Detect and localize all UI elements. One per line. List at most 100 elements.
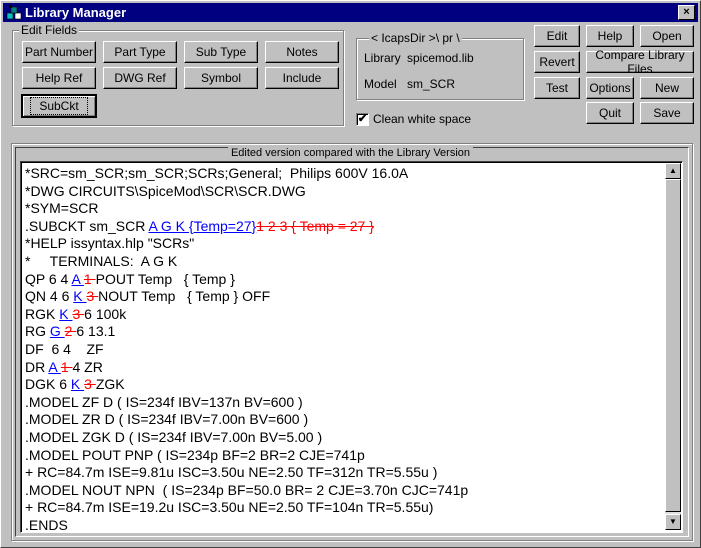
line-text: .MODEL POUT PNP ( IS=234p BF=2 BR=2 CJE=… [25, 446, 365, 463]
line-text: + RC=84.7m ISE=19.2u ISC=3.50u NE=2.50 T… [25, 499, 434, 516]
line-text: 6 13.1 [76, 323, 116, 340]
inserted-text: G [49, 323, 65, 340]
line-text: .ENDS [25, 516, 68, 533]
clean-white-space-label[interactable]: Clean white space [373, 112, 471, 126]
dwg-ref-button[interactable]: DWG Ref [103, 67, 177, 89]
text-line: QN 4 6 K 3 NOUT Temp { Temp } OFF [25, 288, 468, 306]
line-text: .MODEL ZR D ( IS=234f IBV=7.00n BV=600 ) [25, 411, 309, 428]
compare-legend: Edited version compared with the Library… [227, 147, 474, 159]
deleted-text: 1 [60, 358, 73, 375]
scroll-thumb[interactable] [665, 179, 681, 512]
text-line: .MODEL ZF D ( IS=234f IBV=137n BV=600 ) [25, 394, 468, 412]
new-button[interactable]: New [640, 77, 694, 99]
line-text: 4 ZR [72, 358, 103, 375]
line-text: * TERMINALS: A G K [25, 252, 178, 269]
line-text: 6 100k [84, 305, 127, 322]
text-line: *DWG CIRCUITS\SpiceMod\SCR\SCR.DWG [25, 183, 468, 201]
text-line: .MODEL NOUT NPN ( IS=234p BF=50.0 BR= 2 … [25, 482, 468, 500]
line-text: .MODEL ZF D ( IS=234f IBV=137n BV=600 ) [25, 393, 303, 410]
line-text: QN 4 6 [25, 288, 74, 305]
line-text: QP 6 4 [25, 270, 72, 287]
vertical-scrollbar[interactable]: ▲ ▼ [665, 163, 681, 530]
library-path-legend: < IcapsDir >\ pr \ [369, 31, 462, 45]
line-text: + RC=84.7m ISE=9.81u ISC=3.50u NE=2.50 T… [25, 464, 438, 481]
check-icon: ✔ [357, 113, 368, 125]
text-line: DR A 1 4 ZR [25, 359, 468, 377]
library-label: Library [364, 51, 401, 65]
clean-white-space-checkbox[interactable]: ✔ [356, 113, 369, 126]
text-line: .MODEL ZGK D ( IS=234f IBV=7.00n BV=5.00… [25, 429, 468, 447]
close-button[interactable]: × [678, 5, 695, 20]
app-icon [6, 5, 22, 20]
subckt-button[interactable]: SubCkt [21, 94, 97, 118]
library-value: spicemod.lib [407, 51, 474, 65]
deleted-text: 3 [72, 305, 85, 322]
symbol-button[interactable]: Symbol [184, 67, 258, 89]
save-button[interactable]: Save [640, 102, 694, 124]
text-line: + RC=84.7m ISE=19.2u ISC=3.50u NE=2.50 T… [25, 499, 468, 517]
line-text: *HELP issyntax.hlp "SCRs" [25, 235, 195, 252]
line-text: RG [25, 323, 50, 340]
line-text: DGK 6 [25, 376, 71, 393]
notes-button[interactable]: Notes [265, 41, 339, 63]
text-line: *SRC=sm_SCR;sm_SCR;SCRs;General; Philips… [25, 165, 468, 183]
library-manager-window: Library Manager × Edit Fields Part Numbe… [0, 0, 701, 548]
scroll-down-button[interactable]: ▼ [665, 514, 681, 530]
line-text: .SUBCKT sm_SCR [25, 217, 149, 234]
compare-text[interactable]: *SRC=sm_SCR;sm_SCR;SCRs;General; Philips… [25, 165, 468, 534]
line-text: ZGK [95, 376, 125, 393]
inserted-text: A [71, 270, 84, 287]
line-text: RGK [25, 305, 60, 322]
line-text: DR [25, 358, 49, 375]
open-button[interactable]: Open [640, 25, 694, 47]
text-line: + RC=84.7m ISE=9.81u ISC=3.50u NE=2.50 T… [25, 464, 468, 482]
text-line: .MODEL ZR D ( IS=234f IBV=7.00n BV=600 ) [25, 411, 468, 429]
deleted-text: 3 [84, 376, 96, 393]
part-number-button[interactable]: Part Number [22, 41, 96, 63]
line-text: .MODEL ZGK D ( IS=234f IBV=7.00n BV=5.00… [25, 428, 323, 445]
text-line: RGK K 3 6 100k [25, 306, 468, 324]
help-button[interactable]: Help [586, 25, 634, 47]
edit-fields-legend: Edit Fields [19, 23, 80, 37]
text-line: DGK 6 K 3 ZGK [25, 376, 468, 394]
quit-button[interactable]: Quit [586, 102, 634, 124]
close-icon: × [683, 6, 690, 18]
model-label: Model [364, 77, 397, 91]
compare-library-files-button[interactable]: Compare Library Files [586, 48, 694, 76]
line-text: *SYM=SCR [25, 200, 99, 217]
text-line: RG G 2 6 13.1 [25, 323, 468, 341]
sub-type-button[interactable]: Sub Type [184, 41, 258, 63]
subckt-label: SubCkt [30, 97, 88, 115]
line-text: .MODEL NOUT NPN ( IS=234p BF=50.0 BR= 2 … [25, 481, 469, 498]
part-type-button[interactable]: Part Type [103, 41, 177, 63]
options-button[interactable]: Options [586, 77, 634, 99]
deleted-text: 2 [64, 323, 77, 340]
deleted-text: 3 [86, 288, 99, 305]
text-line: .ENDS [25, 517, 468, 535]
text-line: * TERMINALS: A G K [25, 253, 468, 271]
inserted-text: K [73, 288, 87, 305]
text-line: DF 6 4 ZF [25, 341, 468, 359]
window-title: Library Manager [25, 5, 127, 20]
revert-button[interactable]: Revert [534, 51, 580, 73]
line-text: POUT Temp { Temp } [95, 270, 235, 287]
include-button[interactable]: Include [265, 67, 339, 89]
text-line: *SYM=SCR [25, 200, 468, 218]
line-text: *DWG CIRCUITS\SpiceMod\SCR\SCR.DWG [25, 182, 306, 199]
line-text: *SRC=sm_SCR;sm_SCR;SCRs;General; Philips… [25, 165, 409, 181]
deleted-text: 1 [83, 270, 96, 287]
title-bar[interactable]: Library Manager × [3, 3, 698, 22]
inserted-text: K [70, 376, 85, 393]
scroll-up-button[interactable]: ▲ [665, 163, 681, 179]
text-line: QP 6 4 A 1 POUT Temp { Temp } [25, 271, 468, 289]
inserted-text: K [59, 305, 73, 322]
test-button[interactable]: Test [534, 77, 580, 99]
deleted-text: 1 2 3 { Temp = 27 } [256, 217, 374, 234]
compare-legend-wrap: Edited version compared with the Library… [1, 147, 700, 159]
model-value: sm_SCR [407, 77, 456, 91]
inserted-text: A [48, 358, 61, 375]
compare-text-area[interactable]: *SRC=sm_SCR;sm_SCR;SCRs;General; Philips… [20, 161, 683, 533]
help-ref-button[interactable]: Help Ref [22, 67, 96, 89]
edit-button[interactable]: Edit [534, 25, 580, 47]
arrow-down-icon: ▼ [669, 517, 677, 526]
